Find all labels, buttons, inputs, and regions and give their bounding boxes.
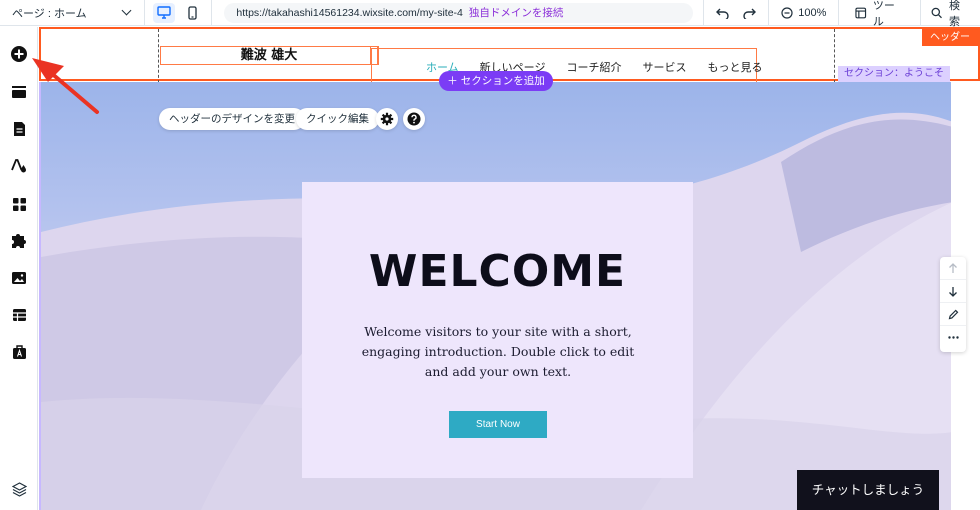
settings-button[interactable] bbox=[376, 108, 398, 130]
welcome-title[interactable]: WELCOME bbox=[302, 246, 693, 297]
undo-icon[interactable] bbox=[716, 7, 730, 19]
media-icon bbox=[12, 272, 26, 284]
site-url: https://takahashi14561234.wixsite.com/my… bbox=[236, 6, 463, 19]
menu-item-coach[interactable]: コーチ紹介 bbox=[566, 59, 621, 75]
search-label: 検索 bbox=[948, 0, 960, 28]
search-button[interactable]: 検索 bbox=[920, 0, 980, 28]
header-label-tag[interactable]: ヘッダー bbox=[922, 29, 978, 46]
table-icon bbox=[12, 309, 26, 321]
desktop-view-button[interactable] bbox=[153, 2, 176, 23]
chat-button[interactable]: チャットしましょう bbox=[797, 470, 939, 510]
page-selector[interactable]: ページ : ホーム bbox=[0, 0, 146, 26]
add-section-sidebar-button[interactable] bbox=[9, 82, 29, 102]
connect-domain-link[interactable]: 独自ドメインを接続 bbox=[469, 5, 564, 20]
top-toolbar: ページ : ホーム https://takahashi14561234.wixs… bbox=[0, 0, 980, 28]
app-market-button[interactable] bbox=[9, 231, 29, 251]
welcome-section[interactable]: ヘッダーのデザインを変更 クイック編集 WELCOME Welcome visi… bbox=[39, 82, 951, 510]
menu-item-services[interactable]: サービス bbox=[642, 59, 686, 75]
tools-button[interactable]: ツール bbox=[838, 0, 920, 28]
edit-section-button[interactable] bbox=[940, 303, 966, 326]
add-apps-button[interactable] bbox=[9, 194, 29, 214]
move-up-button[interactable] bbox=[940, 257, 966, 280]
desktop-icon bbox=[157, 6, 172, 19]
pencil-icon bbox=[948, 309, 958, 319]
move-down-button[interactable] bbox=[940, 280, 966, 303]
change-header-design-button[interactable]: ヘッダーのデザインを変更 bbox=[159, 108, 305, 130]
start-now-button[interactable]: Start Now bbox=[449, 411, 547, 438]
arrow-up-icon bbox=[949, 262, 957, 273]
help-button[interactable] bbox=[403, 108, 425, 130]
editor-canvas[interactable]: 難波 雄大 ホーム 新しいページ コーチ紹介 サービス もっと見る ヘッダー セ… bbox=[39, 27, 980, 510]
zoom-out-icon bbox=[781, 6, 793, 19]
device-switcher bbox=[145, 0, 213, 26]
section-side-controls bbox=[940, 257, 966, 352]
puzzle-icon bbox=[12, 234, 26, 248]
tools-icon bbox=[855, 7, 867, 18]
undo-redo-group bbox=[703, 0, 768, 26]
zoom-level: 100% bbox=[798, 6, 827, 19]
section-label-tag[interactable]: セクション：ようこそ bbox=[838, 66, 950, 82]
pages-icon bbox=[13, 122, 25, 136]
more-actions-button[interactable] bbox=[940, 326, 966, 349]
zoom-control[interactable]: 100% bbox=[768, 0, 838, 26]
apps-grid-icon bbox=[12, 197, 26, 211]
layers-button[interactable] bbox=[9, 479, 29, 499]
sections-icon bbox=[12, 86, 26, 98]
tools-label: ツール bbox=[872, 0, 895, 28]
welcome-card[interactable]: WELCOME Welcome visitors to your site wi… bbox=[302, 182, 693, 478]
arrow-down-icon bbox=[949, 286, 957, 297]
cms-button[interactable] bbox=[9, 305, 29, 325]
plus-circle-icon bbox=[11, 46, 27, 62]
welcome-text[interactable]: Welcome visitors to your site with a sho… bbox=[354, 322, 642, 382]
help-icon bbox=[407, 112, 421, 126]
design-icon bbox=[11, 159, 26, 173]
pages-button[interactable] bbox=[9, 119, 29, 139]
page-selector-label: ページ : ホーム bbox=[12, 7, 87, 20]
layers-icon bbox=[11, 481, 27, 497]
left-gridline bbox=[158, 29, 159, 83]
gear-icon bbox=[380, 112, 394, 126]
site-design-button[interactable] bbox=[9, 156, 29, 176]
business-button[interactable] bbox=[9, 342, 29, 362]
right-gridline bbox=[834, 29, 835, 83]
search-icon bbox=[932, 7, 943, 18]
chevron-down-icon bbox=[121, 5, 132, 16]
media-button[interactable] bbox=[9, 268, 29, 288]
menu-item-more[interactable]: もっと見る bbox=[707, 59, 762, 75]
redo-icon[interactable] bbox=[742, 7, 757, 19]
mobile-view-button[interactable] bbox=[181, 3, 203, 23]
add-elements-button[interactable] bbox=[9, 44, 29, 64]
add-section-button[interactable]: ＋ セクションを追加 bbox=[439, 71, 553, 91]
mobile-icon bbox=[188, 5, 197, 20]
site-logo-text[interactable]: 難波 雄大 bbox=[160, 46, 378, 65]
quick-edit-button[interactable]: クイック編集 bbox=[296, 108, 379, 130]
business-icon bbox=[12, 345, 26, 359]
more-dots-icon bbox=[947, 336, 959, 339]
left-sidebar bbox=[0, 27, 38, 510]
site-url-bar[interactable]: https://takahashi14561234.wixsite.com/my… bbox=[224, 2, 694, 23]
